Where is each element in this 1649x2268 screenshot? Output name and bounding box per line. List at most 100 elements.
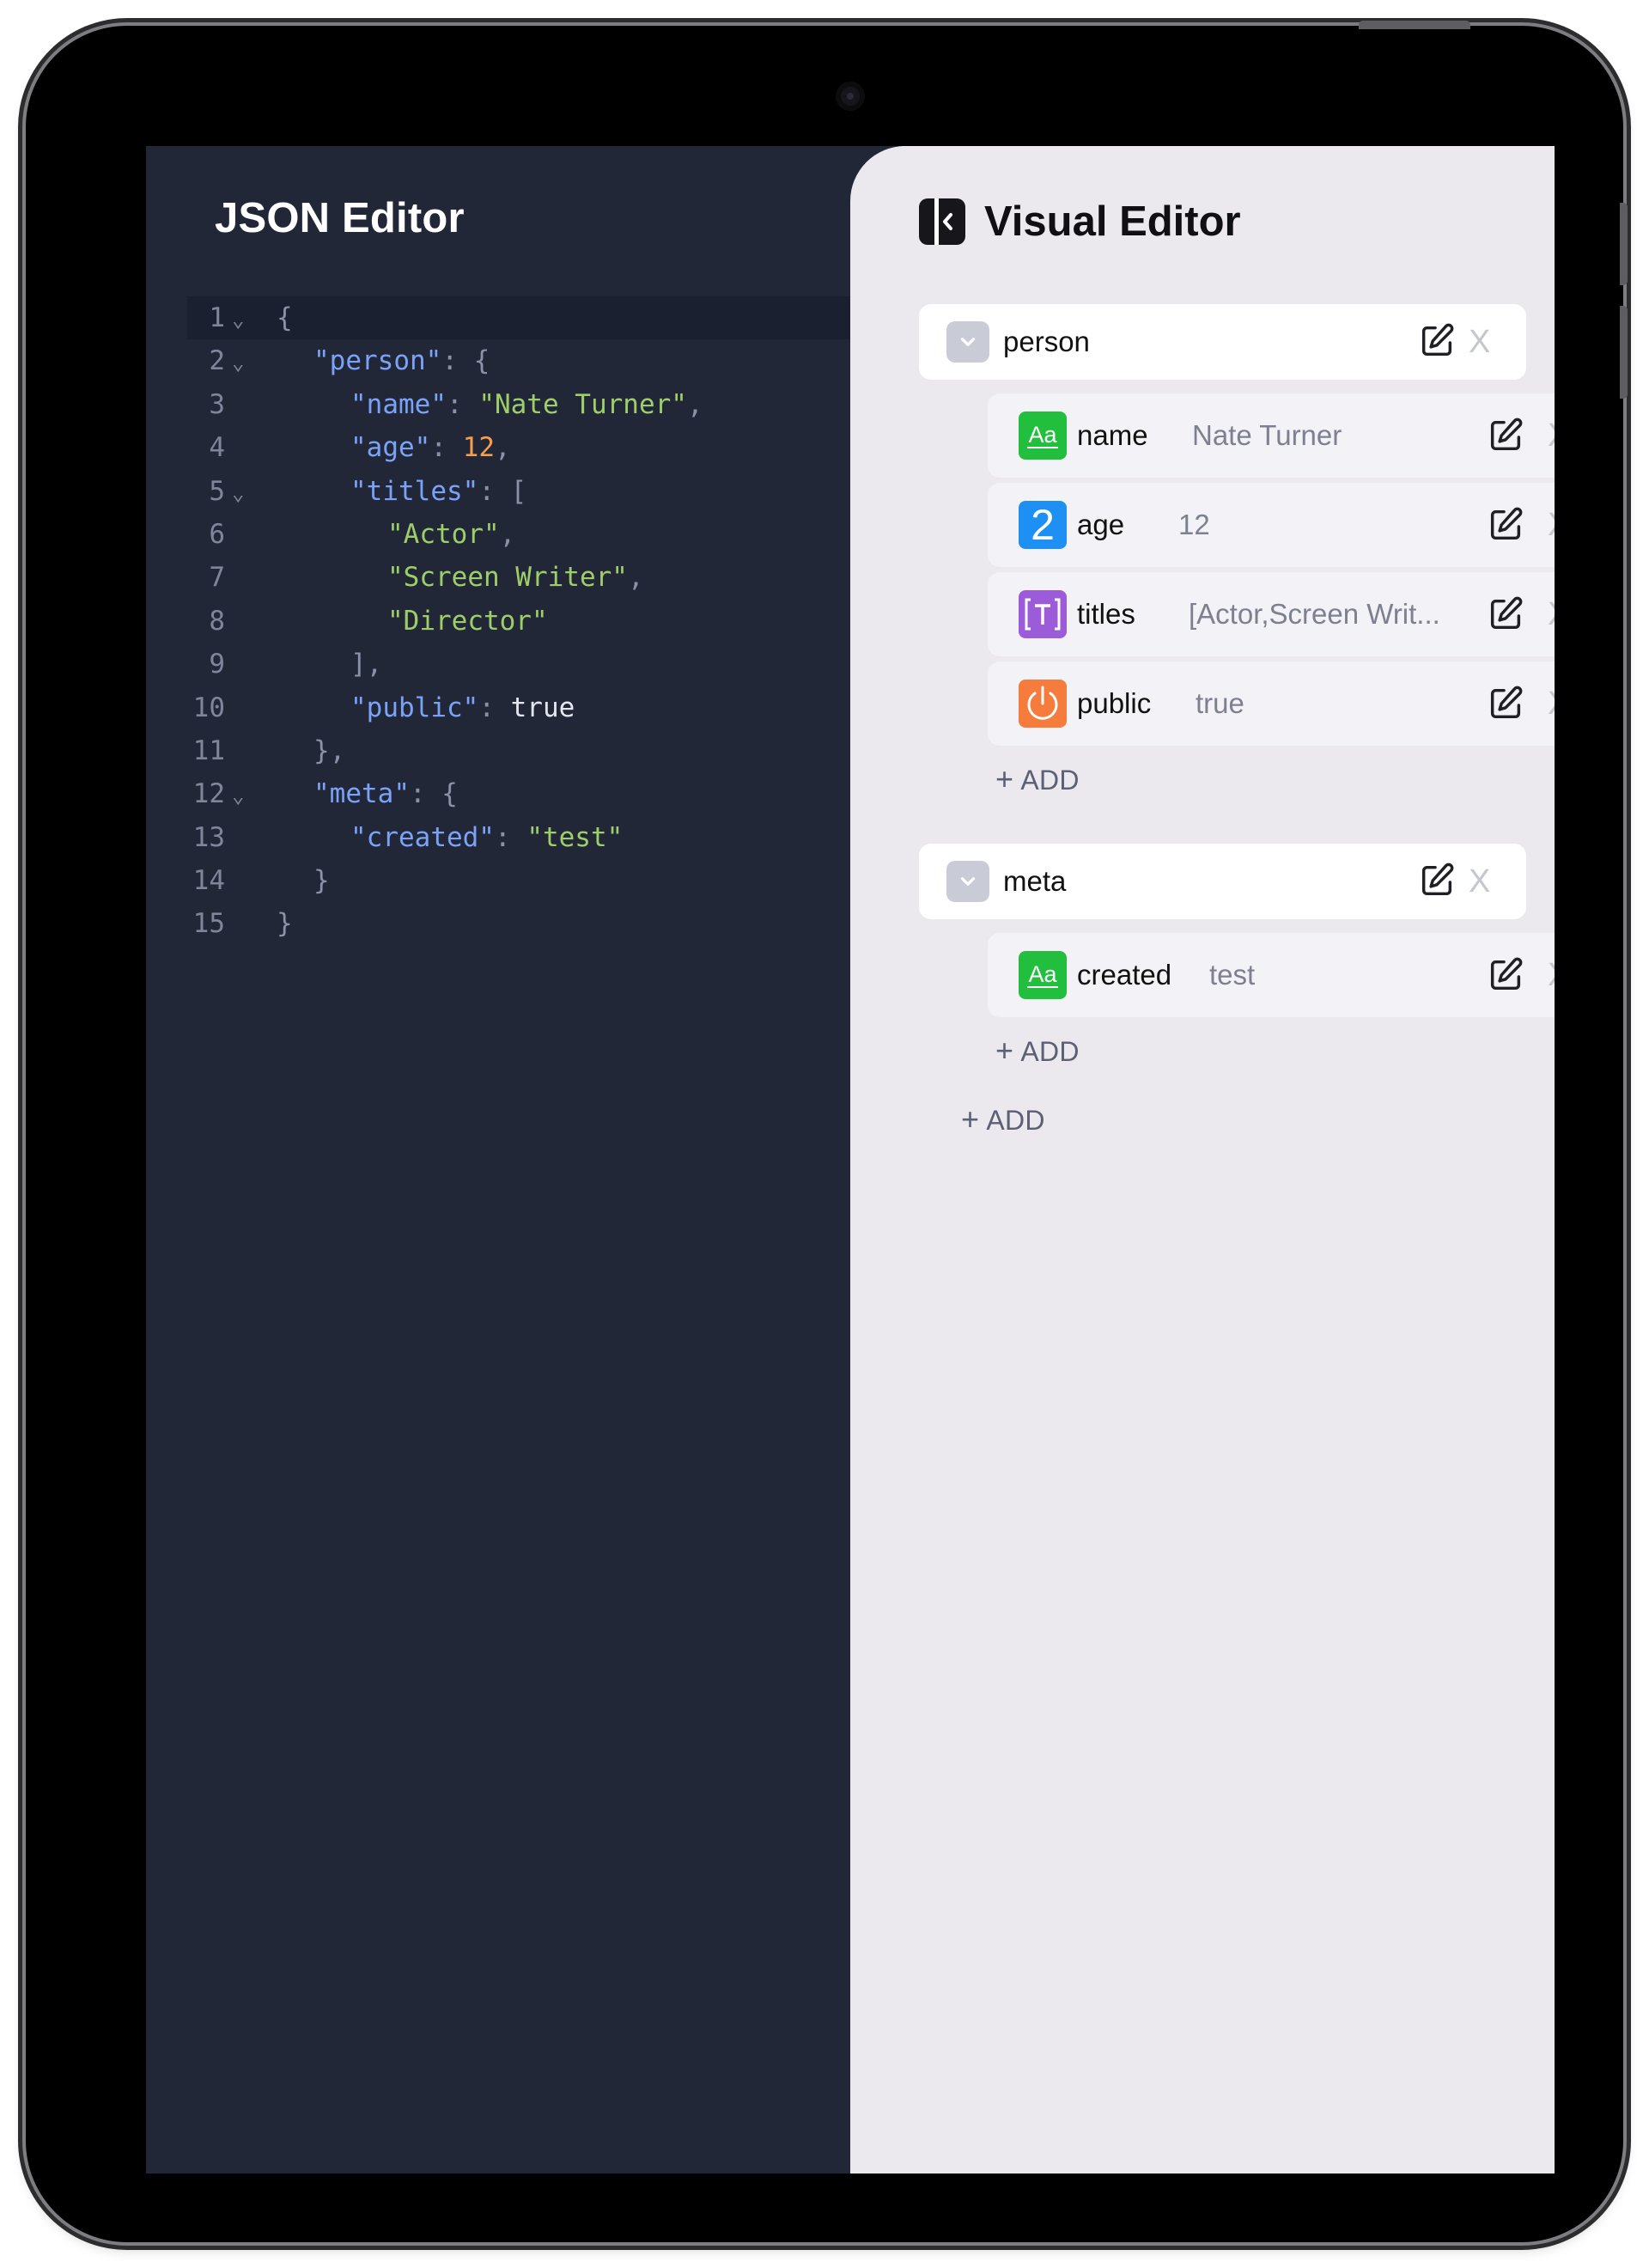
code-line[interactable]: 8 "Director" bbox=[187, 600, 909, 643]
add-field-button[interactable]: + ADD bbox=[995, 761, 1080, 797]
code-line[interactable]: 13 "created": "test" bbox=[187, 816, 909, 859]
code-token: "name" bbox=[350, 388, 447, 420]
collapse-toggle[interactable] bbox=[946, 861, 989, 902]
text-type-glyph: Aa bbox=[1027, 961, 1058, 988]
object-key: meta bbox=[1003, 865, 1067, 897]
code-token: : bbox=[494, 821, 527, 853]
field-key: created bbox=[1077, 959, 1172, 991]
field-row-titles[interactable]: titles [Actor,Screen Writ... X bbox=[988, 572, 1555, 656]
fold-chevron-icon[interactable]: ⌄ bbox=[232, 774, 244, 817]
plus-icon: + bbox=[961, 1101, 980, 1137]
code-token: , bbox=[494, 432, 511, 464]
collapse-toggle[interactable] bbox=[946, 321, 989, 363]
boolean-type-icon bbox=[1019, 680, 1067, 728]
code-text: "person": { bbox=[313, 339, 490, 382]
fold-chevron-icon[interactable]: ⌄ bbox=[232, 341, 244, 384]
add-root-field-button[interactable]: + ADD bbox=[961, 1101, 1045, 1137]
delete-icon[interactable]: X bbox=[1469, 304, 1490, 380]
field-value: true bbox=[1196, 687, 1244, 719]
code-line[interactable]: 12 ⌄ "meta": { bbox=[187, 772, 909, 815]
code-text: "Screen Writer", bbox=[387, 556, 644, 599]
code-token: , bbox=[627, 562, 644, 594]
code-token: 12 bbox=[462, 432, 495, 464]
tablet-frame: JSON Editor 1 ⌄{2 ⌄ "person": {3 "name": "Na… bbox=[26, 26, 1623, 2242]
field-value: test bbox=[1209, 959, 1256, 991]
line-number: 5 bbox=[209, 475, 225, 507]
code-text: }, bbox=[313, 729, 345, 772]
line-number: 3 bbox=[209, 388, 225, 420]
delete-icon[interactable]: X bbox=[1548, 572, 1555, 656]
code-line[interactable]: 4 "age": 12, bbox=[187, 426, 909, 469]
code-token: , bbox=[499, 518, 516, 550]
code-token: }, bbox=[313, 735, 346, 766]
object-row-meta[interactable]: meta X bbox=[919, 844, 1526, 919]
code-token: : { bbox=[409, 778, 458, 810]
code-text: "titles": [ bbox=[350, 470, 526, 513]
code-line[interactable]: 3 "name": "Nate Turner", bbox=[187, 383, 909, 426]
edit-icon[interactable] bbox=[1486, 505, 1525, 545]
code-token: "Actor" bbox=[387, 518, 500, 550]
code-line[interactable]: 5 ⌄ "titles": [ bbox=[187, 470, 909, 513]
edit-icon[interactable] bbox=[1486, 594, 1525, 634]
edit-icon[interactable] bbox=[1486, 684, 1525, 723]
code-line[interactable]: 7 "Screen Writer", bbox=[187, 556, 909, 599]
field-row-created[interactable]: Aa created test X bbox=[988, 933, 1555, 1017]
add-field-button[interactable]: + ADD bbox=[995, 1033, 1080, 1069]
code-token: "test" bbox=[526, 821, 624, 853]
json-code-editor[interactable]: 1 ⌄{2 ⌄ "person": {3 "name": "Nate Turner", 4… bbox=[187, 296, 909, 946]
delete-icon[interactable]: X bbox=[1548, 933, 1555, 1017]
code-token: "Screen Writer" bbox=[387, 562, 628, 594]
code-token: : bbox=[430, 432, 463, 464]
field-row-public[interactable]: public true X bbox=[988, 662, 1555, 746]
code-line[interactable]: 10 "public": true bbox=[187, 686, 909, 729]
code-line[interactable]: 14} bbox=[187, 859, 909, 902]
delete-icon[interactable]: X bbox=[1548, 483, 1555, 567]
array-type-icon bbox=[1019, 590, 1067, 638]
fold-chevron-icon[interactable]: ⌄ bbox=[232, 472, 244, 515]
edit-icon[interactable] bbox=[1486, 955, 1525, 995]
collapse-panel-icon[interactable] bbox=[919, 198, 965, 245]
code-line[interactable]: 1 ⌄ { bbox=[187, 296, 909, 341]
app-screen: JSON Editor 1 ⌄{2 ⌄ "person": {3 "name": "Na… bbox=[146, 146, 1555, 2174]
fold-chevron-icon[interactable]: ⌄ bbox=[232, 298, 244, 341]
code-line[interactable]: 11}, bbox=[187, 729, 909, 772]
volume-down-button bbox=[1620, 306, 1628, 399]
field-key: titles bbox=[1077, 598, 1135, 630]
line-number: 7 bbox=[209, 562, 225, 594]
line-number: 2 bbox=[209, 345, 225, 377]
code-text: "Director" bbox=[387, 600, 548, 643]
code-text: "created": "test" bbox=[350, 816, 623, 859]
code-line[interactable]: 2 ⌄ "person": { bbox=[187, 339, 909, 382]
front-camera bbox=[836, 82, 865, 111]
line-number: 12 bbox=[192, 778, 225, 810]
code-line[interactable]: 6 "Actor", bbox=[187, 513, 909, 556]
code-token: "titles" bbox=[350, 475, 479, 507]
code-token: } bbox=[313, 865, 330, 897]
code-text: "Actor", bbox=[387, 513, 515, 556]
field-row-age[interactable]: 2 age 12 X bbox=[988, 483, 1555, 567]
field-key: name bbox=[1077, 419, 1148, 451]
plus-icon: + bbox=[995, 1033, 1014, 1068]
field-row-name[interactable]: Aaname Nate Turner X bbox=[988, 393, 1555, 478]
code-token: ], bbox=[350, 649, 383, 680]
code-token: } bbox=[277, 908, 293, 940]
line-number: 1 bbox=[209, 302, 225, 333]
field-key: public bbox=[1077, 687, 1152, 719]
edit-icon[interactable] bbox=[1486, 416, 1525, 455]
edit-icon[interactable] bbox=[1417, 861, 1457, 900]
field-key: age bbox=[1077, 509, 1125, 540]
object-row-person[interactable]: person X bbox=[919, 304, 1526, 380]
code-token: , bbox=[686, 388, 703, 420]
delete-icon[interactable]: X bbox=[1548, 662, 1555, 746]
code-line[interactable]: 9], bbox=[187, 643, 909, 686]
code-line[interactable]: 15} bbox=[187, 902, 909, 945]
delete-icon[interactable]: X bbox=[1469, 844, 1490, 919]
line-number: 11 bbox=[192, 735, 225, 766]
code-token: : bbox=[478, 692, 511, 723]
visual-editor-title: Visual Editor bbox=[984, 198, 1241, 245]
edit-icon[interactable] bbox=[1417, 321, 1457, 361]
code-text: { bbox=[277, 296, 293, 339]
delete-icon[interactable]: X bbox=[1548, 393, 1555, 478]
text-type-icon: Aa bbox=[1019, 951, 1067, 999]
field-value: 12 bbox=[1178, 509, 1210, 540]
